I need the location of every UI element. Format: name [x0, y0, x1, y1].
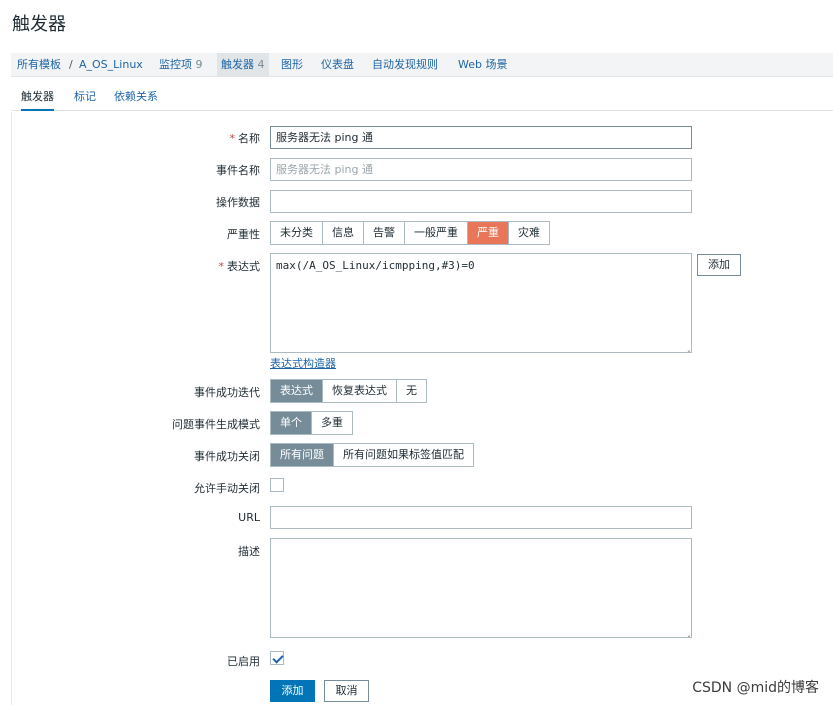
manual-close-checkbox[interactable] — [270, 478, 284, 492]
enabled-label: 已启用 — [227, 655, 260, 668]
url-input[interactable] — [270, 506, 692, 529]
problem-mode-selector: 单个 多重 — [270, 411, 353, 435]
required-mark: * — [229, 132, 236, 145]
event-name-input[interactable]: 服务器无法 ping 通 — [270, 158, 692, 181]
nav-items[interactable]: 监控项 9 — [159, 53, 203, 77]
nav-discovery-rules[interactable]: 自动发现规则 — [372, 53, 438, 77]
nav-triggers-label: 触发器 — [221, 58, 254, 71]
nav-web-scenarios[interactable]: Web 场景 — [458, 53, 507, 77]
nav-dashboards[interactable]: 仪表盘 — [321, 53, 354, 77]
expression-add-button[interactable]: 添加 — [697, 254, 741, 276]
resize-grip-icon[interactable] — [682, 343, 690, 351]
form-tabs: 触发器 标记 依赖关系 — [11, 84, 833, 111]
expression-label-text: 表达式 — [227, 260, 260, 273]
severity-average[interactable]: 一般严重 — [405, 222, 468, 244]
severity-high[interactable]: 严重 — [468, 222, 509, 244]
required-mark: * — [218, 260, 225, 273]
nav-triggers[interactable]: 触发器 4 — [217, 53, 269, 77]
problem-mode-multiple[interactable]: 多重 — [312, 412, 352, 434]
severity-selector: 未分类 信息 告警 一般严重 严重 灾难 — [270, 221, 550, 245]
expression-builder-link[interactable]: 表达式构造器 — [270, 355, 336, 371]
nav-items-count: 9 — [195, 58, 203, 71]
submit-add-button[interactable]: 添加 — [270, 680, 315, 702]
breadcrumb: 所有模板 / A_OS_Linux 监控项 9 触发器 4 图形 仪表盘 自动发… — [11, 53, 833, 77]
ok-event-generation-label: 事件成功迭代 — [194, 386, 260, 399]
name-label-text: 名称 — [238, 132, 260, 145]
manual-close-label: 允许手动关闭 — [194, 482, 260, 495]
severity-information[interactable]: 信息 — [323, 222, 364, 244]
ok-event-none[interactable]: 无 — [397, 380, 426, 402]
nav-graphs[interactable]: 图形 — [281, 53, 303, 77]
breadcrumb-all-templates[interactable]: 所有模板 — [17, 53, 61, 77]
ok-event-expression[interactable]: 表达式 — [271, 380, 323, 402]
severity-label: 严重性 — [227, 228, 260, 241]
expression-label: * 表达式 — [200, 258, 261, 274]
severity-warning[interactable]: 告警 — [364, 222, 405, 244]
nav-items-label: 监控项 — [159, 58, 192, 71]
tab-trigger[interactable]: 触发器 — [21, 84, 54, 111]
opdata-input[interactable] — [270, 190, 692, 213]
enabled-checkbox[interactable] — [270, 651, 284, 665]
severity-not-classified[interactable]: 未分类 — [271, 222, 323, 244]
breadcrumb-separator: / — [69, 58, 73, 71]
description-textarea[interactable] — [270, 538, 692, 638]
name-input[interactable]: 服务器无法 ping 通 — [270, 126, 692, 149]
severity-disaster[interactable]: 灾难 — [509, 222, 549, 244]
page-title: 触发器 — [12, 14, 66, 35]
description-label: 描述 — [238, 545, 260, 558]
ok-event-recovery-expression[interactable]: 恢复表达式 — [323, 380, 397, 402]
tab-dependencies[interactable]: 依赖关系 — [114, 84, 158, 111]
event-name-label: 事件名称 — [216, 164, 260, 177]
csdn-watermark: CSDN @mid的博客 — [692, 680, 819, 696]
tab-tags[interactable]: 标记 — [74, 84, 96, 111]
breadcrumb-template-name[interactable]: A_OS_Linux — [79, 53, 143, 77]
problem-mode-label: 问题事件生成模式 — [172, 418, 260, 431]
problem-mode-single[interactable]: 单个 — [271, 412, 312, 434]
name-input-value: 服务器无法 ping 通 — [276, 131, 373, 144]
expression-textarea[interactable]: max(/A_OS_Linux/icmpping,#3)=0 — [270, 253, 692, 353]
name-label: * 名称 — [200, 130, 261, 146]
nav-triggers-count: 4 — [257, 58, 265, 71]
url-label: URL — [238, 511, 260, 524]
closes-tag-match[interactable]: 所有问题如果标签值匹配 — [334, 444, 473, 466]
event-name-placeholder: 服务器无法 ping 通 — [276, 163, 373, 176]
resize-grip-icon[interactable] — [682, 628, 690, 636]
expression-value: max(/A_OS_Linux/icmpping,#3)=0 — [276, 259, 475, 272]
page-header: 触发器 — [0, 0, 833, 46]
ok-event-closes-label: 事件成功关闭 — [194, 450, 260, 463]
ok-event-closes-selector: 所有问题 所有问题如果标签值匹配 — [270, 443, 474, 467]
cancel-button[interactable]: 取消 — [324, 680, 369, 702]
ok-event-generation-selector: 表达式 恢复表达式 无 — [270, 379, 427, 403]
closes-all-problems[interactable]: 所有问题 — [271, 444, 334, 466]
opdata-label: 操作数据 — [216, 196, 260, 209]
